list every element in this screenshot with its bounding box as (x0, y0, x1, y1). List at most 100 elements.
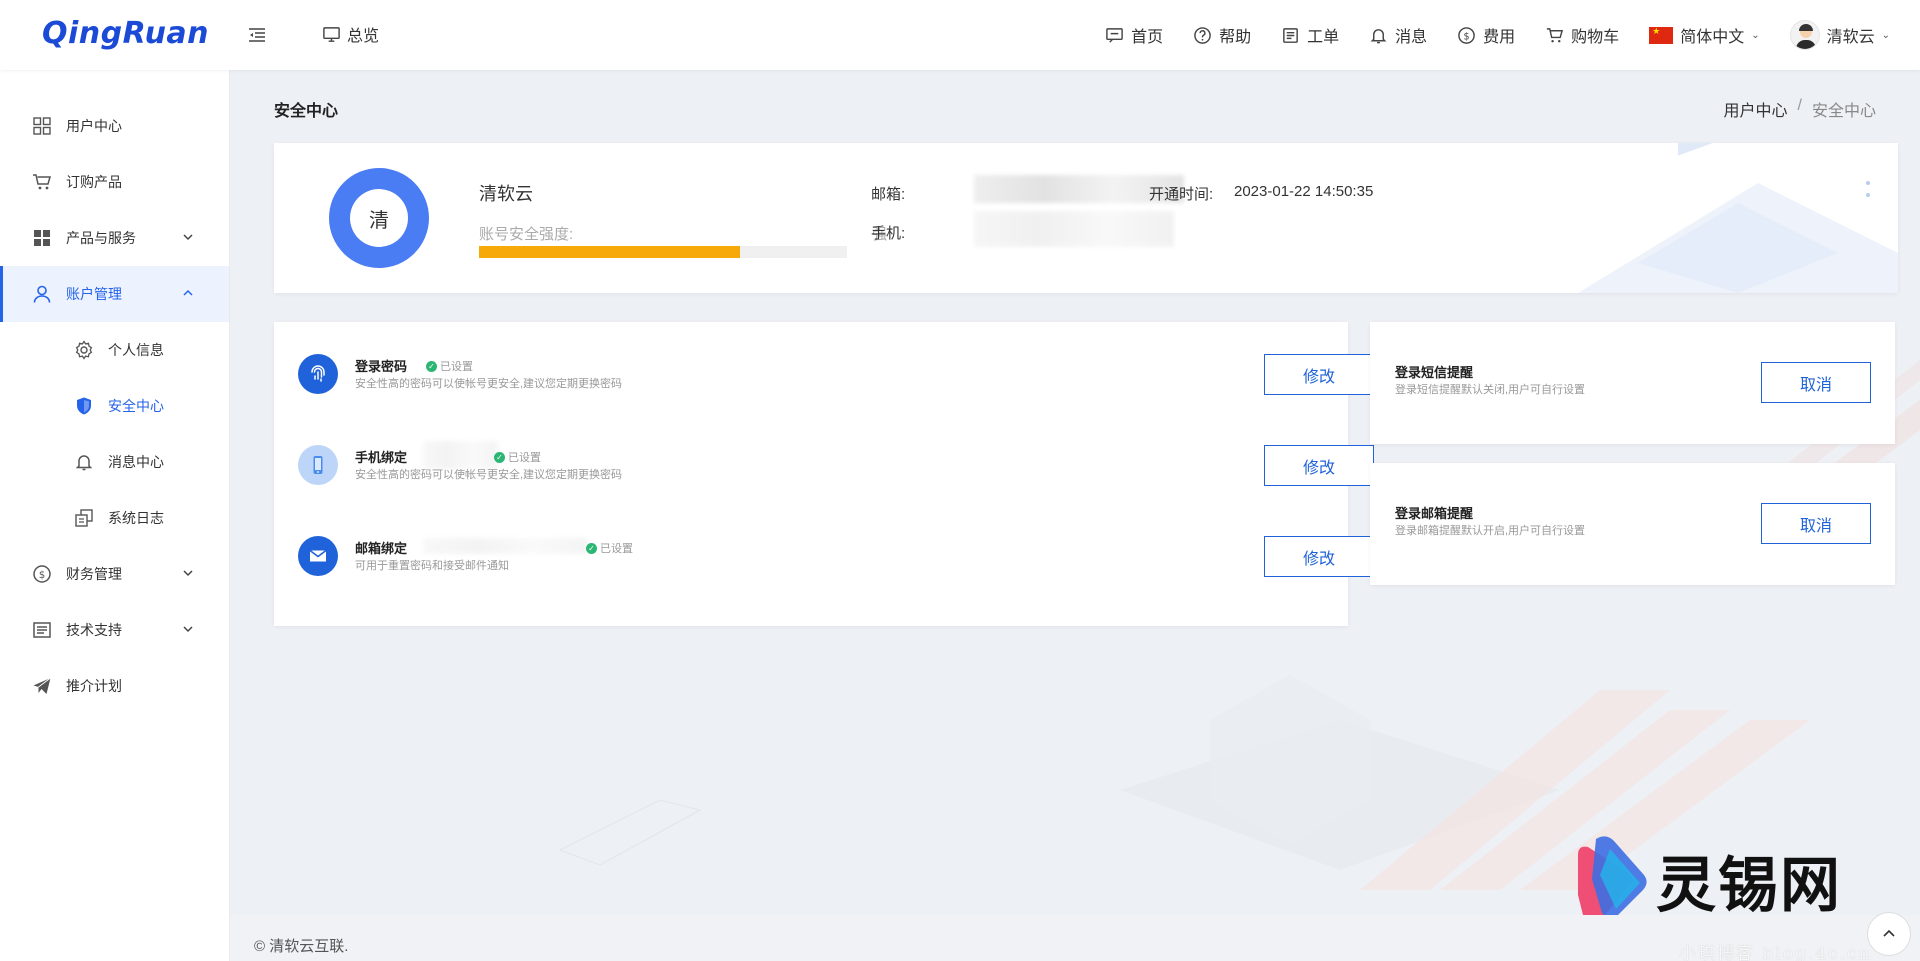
top-nav: 首页 帮助 工单 消息 $ 费用 购物车 简体中文 ⌄ (1105, 0, 1890, 70)
check-icon: ✓ (586, 542, 597, 554)
sidebar: 用户中心 订购产品 产品与服务 账户管理 个人信息 安全中心 消息中心 系统日志… (0, 70, 230, 961)
nav-ticket-label: 工单 (1307, 29, 1340, 46)
profile-avatar: 清 (329, 168, 429, 268)
check-icon: ✓ (494, 451, 505, 463)
sidebar-item-profile[interactable]: 个人信息 (0, 322, 229, 378)
nav-cart[interactable]: 购物车 (1545, 23, 1619, 47)
sidebar-item-order[interactable]: 订购产品 (0, 154, 229, 210)
sidebar-item-products[interactable]: 产品与服务 (0, 210, 229, 266)
logo[interactable]: QingRuan (42, 16, 209, 51)
alert-description: 登录短信提醒默认关闭,用户可自行设置 (1395, 384, 1586, 396)
svg-text:$: $ (1464, 31, 1470, 42)
breadcrumb-separator: / (1797, 97, 1802, 114)
overview-link[interactable]: 总览 (322, 22, 379, 46)
language-label: 简体中文 (1680, 29, 1745, 46)
watermark-text: 灵锡网 (1656, 850, 1842, 921)
email-label: 邮箱: (871, 186, 906, 203)
nav-home[interactable]: 首页 (1105, 23, 1163, 47)
alert-title: 登录邮箱提醒 (1395, 506, 1474, 521)
sidebar-item-support[interactable]: 技术支持 (0, 602, 229, 658)
nav-message[interactable]: 消息 (1369, 23, 1427, 47)
modify-phone-button[interactable]: 修改 (1264, 445, 1374, 486)
apps-icon (34, 230, 50, 246)
sidebar-item-label: 用户中心 (66, 118, 122, 134)
cancel-sms-alert-button[interactable]: 取消 (1761, 362, 1871, 403)
user-name: 清软云 (1826, 29, 1875, 46)
status-text: 已设置 (440, 361, 473, 373)
open-time-label: 开通时间: (1149, 186, 1214, 203)
monitor-icon (323, 26, 340, 42)
modify-email-button[interactable]: 修改 (1264, 536, 1374, 577)
modify-password-button[interactable]: 修改 (1264, 354, 1374, 395)
nav-message-label: 消息 (1395, 29, 1428, 46)
strength-bar (479, 246, 847, 258)
status-text: 已设置 (600, 543, 633, 555)
language-select[interactable]: 简体中文 ⌄ (1649, 23, 1760, 47)
nav-home-label: 首页 (1131, 29, 1164, 46)
security-settings-card: 登录密码 ✓ 已设置 安全性高的密码可以使帐号更安全,建议您定期更换密码 修改 … (274, 322, 1374, 626)
sidebar-item-label: 安全中心 (108, 398, 164, 414)
chevron-up-icon (183, 289, 193, 296)
breadcrumb-user-center[interactable]: 用户中心 (1724, 97, 1788, 121)
phone-redacted (974, 211, 1174, 247)
dollar-icon: $ (33, 565, 51, 583)
chevron-up-icon (1883, 929, 1895, 937)
sidebar-item-messages[interactable]: 消息中心 (0, 434, 229, 490)
user-icon (33, 285, 51, 303)
cart-icon (1547, 27, 1564, 42)
phone-icon (298, 445, 338, 485)
alert-description: 登录邮箱提醒默认开启,用户可自行设置 (1395, 525, 1586, 537)
user-menu[interactable]: 清软云 ⌄ (1789, 20, 1890, 50)
avatar (1789, 20, 1820, 50)
menu-collapse-icon[interactable] (246, 24, 268, 46)
status-badge: ✓ 已设置 (494, 449, 541, 465)
sidebar-item-label: 账户管理 (66, 286, 122, 302)
sidebar-item-finance[interactable]: $ 财务管理 (0, 546, 229, 602)
status-badge: ✓ 已设置 (586, 540, 633, 556)
sidebar-item-referral[interactable]: 推介计划 (0, 658, 229, 714)
nav-help-label: 帮助 (1219, 29, 1252, 46)
grid-icon (33, 117, 51, 135)
cancel-email-alert-button[interactable]: 取消 (1761, 503, 1871, 544)
nav-help[interactable]: 帮助 (1193, 23, 1251, 47)
status-text: 已设置 (508, 452, 541, 464)
sidebar-item-label: 个人信息 (108, 342, 164, 358)
strength-bar-fill (479, 246, 741, 258)
email-redacted (423, 538, 588, 554)
svg-text:$: $ (39, 570, 45, 581)
top-bar: QingRuan 总览 首页 帮助 工单 消息 $ 费用 购物车 ★ 简体中文 … (0, 0, 1920, 70)
phone-label: 手机: (871, 225, 906, 242)
help-icon (1194, 26, 1211, 44)
nav-fee[interactable]: $ 费用 (1457, 23, 1515, 47)
footer: © 清软云互联. (230, 915, 1920, 961)
watermark-logo: 灵锡网 (1570, 835, 1842, 925)
shield-icon (77, 397, 91, 415)
sidebar-item-label: 订购产品 (66, 174, 122, 190)
strength-label: 账号安全强度: (479, 226, 574, 243)
chevron-down-icon (183, 570, 193, 577)
sidebar-item-user-center[interactable]: 用户中心 (0, 98, 229, 154)
page-title: 安全中心 (274, 103, 339, 120)
nav-cart-label: 购物车 (1571, 29, 1620, 46)
sidebar-item-logs[interactable]: 系统日志 (0, 490, 229, 546)
china-flag-icon (1649, 26, 1674, 44)
sidebar-item-account[interactable]: 账户管理 (0, 266, 229, 322)
watermark-subtext: 小琪博客 blog.4c.cn (1679, 944, 1872, 961)
security-title: 手机绑定 (355, 450, 408, 465)
security-row-password: 登录密码 ✓ 已设置 安全性高的密码可以使帐号更安全,建议您定期更换密码 修改 (298, 354, 1374, 400)
profile-name: 清软云 (479, 184, 533, 204)
home-icon (1106, 27, 1123, 43)
bell-icon (75, 455, 93, 471)
security-title: 登录密码 (355, 359, 408, 374)
nav-ticket[interactable]: 工单 (1281, 23, 1339, 47)
paper-plane-icon (33, 677, 51, 694)
security-row-phone: 手机绑定 ✓ 已设置 安全性高的密码可以使帐号更安全,建议您定期更换密码 修改 (298, 441, 1374, 491)
check-icon: ✓ (426, 360, 437, 372)
security-description: 安全性高的密码可以使帐号更安全,建议您定期更换密码 (355, 469, 623, 481)
chevron-down-icon: ⌄ (1751, 29, 1760, 41)
card-illustration (1578, 143, 1898, 293)
sidebar-item-security[interactable]: 安全中心 (0, 378, 229, 434)
main-content: 安全中心 用户中心 / 安全中心 清 清软云 账号安全强度: 强 邮箱: 手机:… (230, 70, 1920, 961)
document-icon (33, 622, 51, 638)
scroll-to-top-button[interactable] (1867, 912, 1911, 956)
